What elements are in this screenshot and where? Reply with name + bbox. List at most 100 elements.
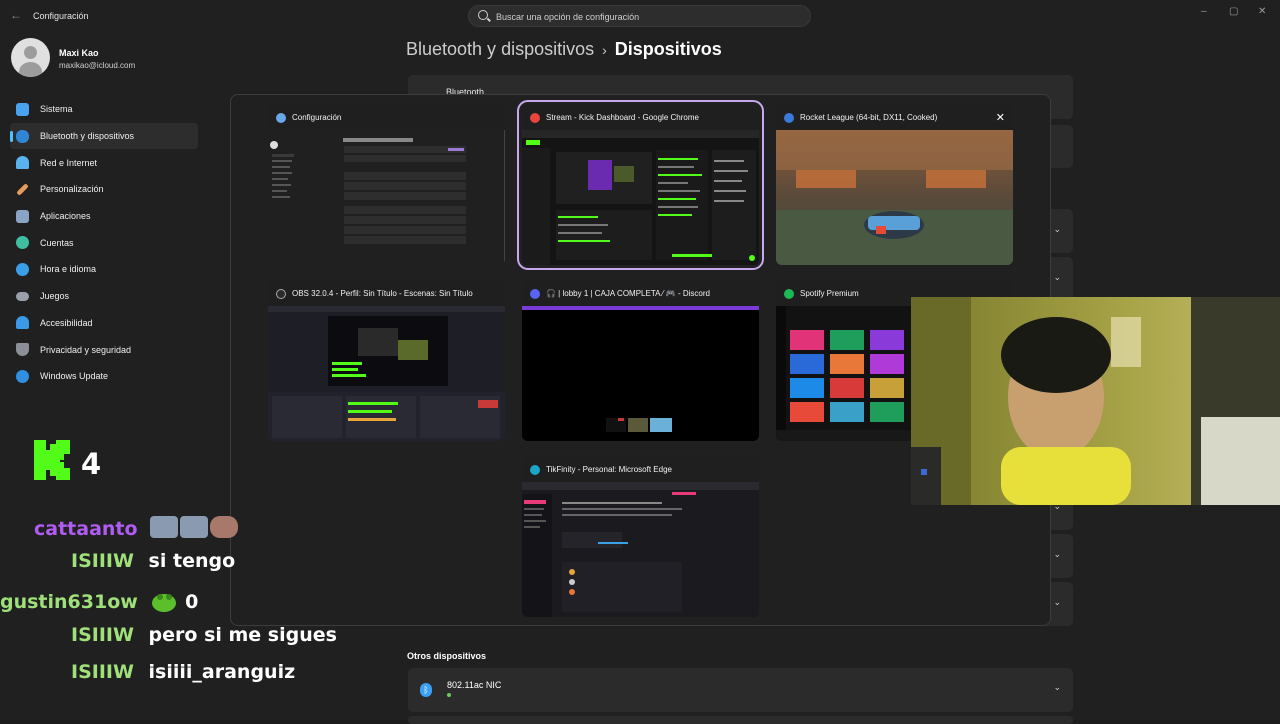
chrome-icon: [530, 113, 540, 123]
accessibility-icon: [16, 316, 29, 329]
sidebar-item-windows-update[interactable]: Windows Update: [10, 363, 198, 390]
window-preview: [268, 306, 505, 441]
wifi-icon: [16, 156, 29, 169]
back-arrow-icon[interactable]: ←: [10, 8, 22, 22]
device-row-nic[interactable]: ⌄: [408, 668, 1073, 712]
window-thumbnail-kick-dashboard[interactable]: Stream - Kick Dashboard - Google Chrome: [522, 105, 759, 265]
window-header: Stream - Kick Dashboard - Google Chrome: [522, 105, 759, 130]
chat-username: ISIIIW: [71, 661, 134, 683]
sidebar-item-juegos[interactable]: Juegos: [10, 283, 198, 310]
window-preview: [776, 130, 1013, 265]
app-title: Configuración: [33, 11, 89, 21]
obs-preview-graphic: [268, 306, 505, 441]
section-title-other-devices: Otros dispositivos: [407, 651, 486, 661]
window-preview: [522, 482, 759, 617]
title-bar: ← Configuración Buscar una opción de con…: [0, 0, 1280, 32]
avatar[interactable]: [11, 38, 50, 77]
window-thumbnail-rocket-league[interactable]: Rocket League (64-bit, DX11, Cooked) ✕: [776, 105, 1013, 265]
chat-text: isiiii_aranguiz: [149, 661, 296, 683]
window-header: Rocket League (64-bit, DX11, Cooked): [776, 105, 1013, 130]
window-header: OBS 32.0.4 - Perfil: Sin Título - Escena…: [268, 281, 505, 306]
chat-message: gustin631ow 0: [0, 587, 198, 613]
window-thumbnail-configuracion[interactable]: Configuración: [268, 105, 505, 265]
sidebar-item-label: Red e Internet: [40, 158, 97, 168]
breadcrumb: Bluetooth y dispositivos›Dispositivos: [406, 39, 722, 60]
sidebar-item-aplicaciones[interactable]: Aplicaciones: [10, 203, 198, 230]
breadcrumb-separator: ›: [602, 42, 607, 58]
window-thumbnail-tikfinity[interactable]: TikFinity - Personal: Microsoft Edge: [522, 457, 759, 617]
webcam-feed: [911, 297, 1280, 505]
sidebar-item-label: Accesibilidad: [40, 318, 93, 328]
chat-text: si tengo: [149, 550, 236, 572]
user-email: maxikao@icloud.com: [59, 61, 135, 70]
chat-text: pero si me sigues: [149, 624, 337, 646]
gear-icon: [276, 113, 286, 123]
window-preview: [522, 130, 759, 265]
sidebar-item-red[interactable]: Red e Internet: [10, 149, 198, 176]
sidebar-item-hora[interactable]: Hora e idioma: [10, 256, 198, 283]
shield-icon: [16, 343, 29, 356]
window-thumbnail-discord[interactable]: 🎧 | lobby 1 | CAJA COMPLETA ⁄ 🎮 - Discor…: [522, 281, 759, 441]
maximize-button[interactable]: ▢: [1229, 6, 1238, 17]
discord-preview-graphic: [522, 306, 759, 441]
account-icon: [16, 236, 29, 249]
rocket-league-icon: [784, 113, 794, 123]
window-title: Rocket League (64-bit, DX11, Cooked): [800, 113, 937, 122]
close-icon[interactable]: ✕: [996, 111, 1005, 124]
sidebar-item-privacidad[interactable]: Privacidad y seguridad: [10, 336, 198, 363]
sidebar-item-accesibilidad[interactable]: Accesibilidad: [10, 310, 198, 337]
window-title: 🎧 | lobby 1 | CAJA COMPLETA ⁄ 🎮 - Discor…: [546, 289, 710, 298]
update-icon: [16, 370, 29, 383]
rocket-league-preview-graphic: [776, 130, 1013, 265]
user-name: Maxi Kao: [59, 48, 99, 58]
kick-logo-icon: [34, 440, 70, 480]
globe-icon: [16, 263, 29, 276]
sidebar-item-label: Privacidad y seguridad: [40, 345, 131, 355]
webcam-image: [911, 297, 1280, 505]
chevron-down-icon: ⌄: [1053, 224, 1061, 235]
window-thumbnail-obs[interactable]: OBS 32.0.4 - Perfil: Sin Título - Escena…: [268, 281, 505, 441]
window-title: Configuración: [292, 113, 341, 122]
chat-username: ISIIIW: [71, 624, 134, 646]
system-icon: [16, 103, 29, 116]
viewer-count: 4: [81, 447, 101, 481]
search-input[interactable]: Buscar una opción de configuración: [468, 5, 811, 27]
search-icon: [478, 10, 488, 20]
minimize-button[interactable]: –: [1201, 6, 1207, 17]
tikfinity-preview-graphic: [522, 482, 759, 617]
breadcrumb-parent[interactable]: Bluetooth y dispositivos: [406, 39, 594, 59]
sidebar-item-label: Sistema: [40, 104, 73, 114]
chat-message: ISIIIW isiiii_aranguiz: [71, 661, 295, 683]
brush-icon: [16, 183, 28, 195]
sidebar-item-sistema[interactable]: Sistema: [10, 96, 198, 123]
chevron-down-icon: ⌄: [1053, 549, 1061, 560]
chat-username: cattaanto: [34, 518, 138, 540]
window-preview: [522, 306, 759, 441]
window-title: Stream - Kick Dashboard - Google Chrome: [546, 113, 699, 122]
chat-username: gustin631ow: [0, 591, 138, 613]
window-header: 🎧 | lobby 1 | CAJA COMPLETA ⁄ 🎮 - Discor…: [522, 281, 759, 306]
chevron-down-icon: ⌄: [1053, 597, 1061, 608]
close-button[interactable]: ✕: [1258, 6, 1266, 17]
search-placeholder: Buscar una opción de configuración: [496, 12, 639, 22]
chat-message: ISIIIW pero si me sigues: [71, 624, 337, 646]
window-preview: [268, 130, 505, 265]
device-row[interactable]: [408, 716, 1073, 724]
sidebar-item-cuentas[interactable]: Cuentas: [10, 229, 198, 256]
chat-message: cattaanto: [34, 514, 242, 540]
discord-icon: [530, 289, 540, 299]
chevron-down-icon[interactable]: ⌄: [1053, 682, 1061, 693]
settings-preview-graphic: [268, 130, 505, 265]
kick-dashboard-preview-graphic: [522, 130, 759, 265]
bluetooth-icon: [16, 130, 29, 143]
sidebar-item-label: Juegos: [40, 291, 69, 301]
obs-icon: [276, 289, 286, 299]
sidebar-item-label: Cuentas: [40, 238, 74, 248]
sidebar-item-personalizacion[interactable]: Personalización: [10, 176, 198, 203]
emote-icon: [150, 514, 242, 540]
window-header: TikFinity - Personal: Microsoft Edge: [522, 457, 759, 482]
sidebar-item-bluetooth[interactable]: Bluetooth y dispositivos: [10, 123, 198, 150]
sidebar-item-label: Bluetooth y dispositivos: [40, 131, 134, 141]
sidebar-item-label: Windows Update: [40, 371, 108, 381]
device-name: 802.11ac NIC: [447, 680, 501, 690]
